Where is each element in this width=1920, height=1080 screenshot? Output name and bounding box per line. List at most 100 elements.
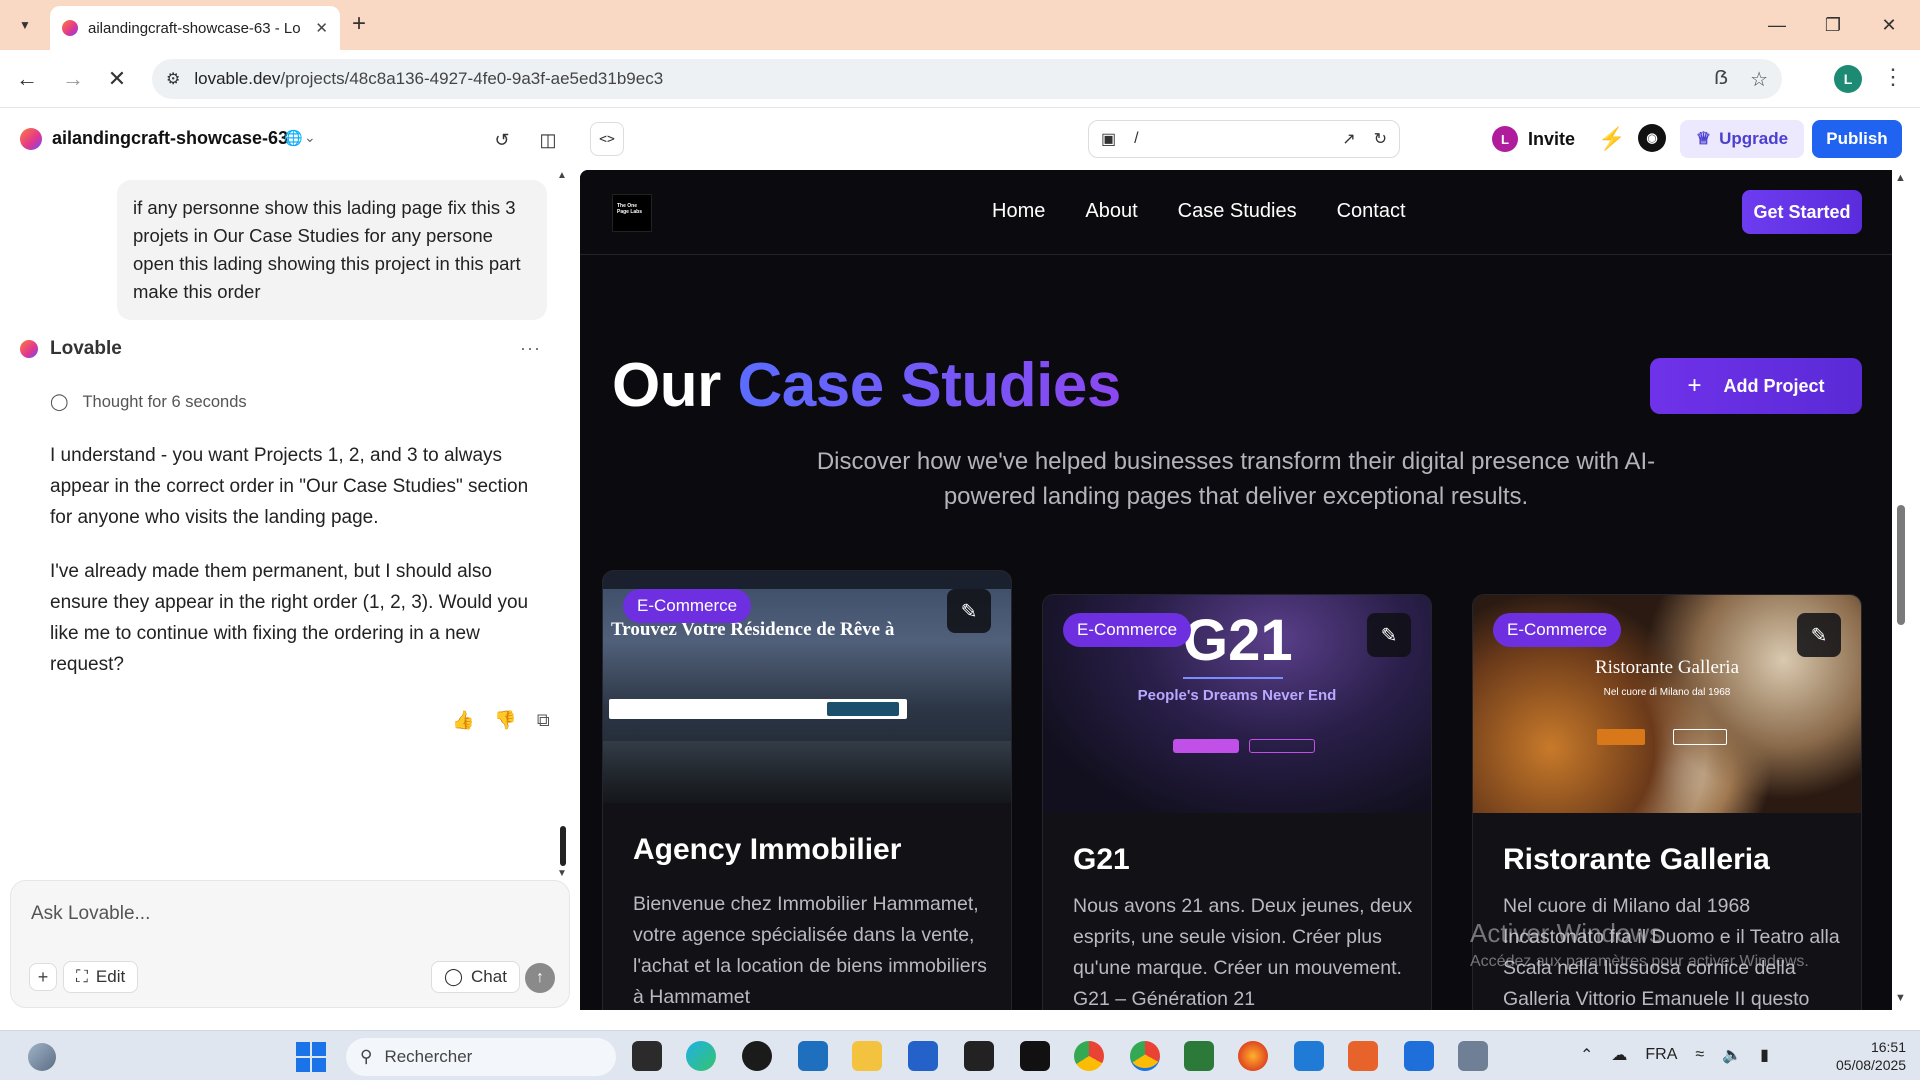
minimize-icon[interactable]: — <box>1762 10 1792 40</box>
add-project-button[interactable]: + Add Project <box>1650 358 1862 414</box>
refresh-icon[interactable]: ↻ <box>1374 129 1387 149</box>
edit-project-button[interactable]: ✎ <box>1797 613 1841 657</box>
scroll-down-icon[interactable]: ▼ <box>557 868 567 879</box>
app-icon[interactable] <box>798 1041 828 1071</box>
clock-time: 16:51 <box>1870 1039 1906 1055</box>
copy-icon[interactable]: ⧉ <box>537 710 550 731</box>
nav-link-home[interactable]: Home <box>992 200 1045 223</box>
chevron-down-icon[interactable]: ⌄ <box>304 129 316 146</box>
scrollbar-thumb[interactable] <box>560 826 566 866</box>
browser-menu-icon[interactable]: ⋮ <box>1882 64 1904 90</box>
restore-icon[interactable]: ❐ <box>1818 10 1848 40</box>
new-tab-plus-icon[interactable]: + <box>352 11 366 37</box>
app-icon[interactable] <box>1184 1041 1214 1071</box>
windows-start-icon[interactable] <box>296 1042 326 1072</box>
case-study-card[interactable]: G21 People's Dreams Never End E-Commerce… <box>1042 594 1432 1010</box>
chrome-active-icon[interactable] <box>1130 1041 1160 1071</box>
user-message: if any personne show this lading page fi… <box>117 180 547 320</box>
attach-plus-button[interactable]: + <box>29 963 57 991</box>
capcut-icon[interactable] <box>1020 1041 1050 1071</box>
wifi-icon[interactable]: ≈ <box>1695 1046 1704 1064</box>
scrollbar-thumb[interactable] <box>1897 505 1905 625</box>
preview-scrollbar[interactable]: ▲ ▼ <box>1892 170 1910 1010</box>
scroll-up-icon[interactable]: ▲ <box>1895 172 1906 184</box>
lightbulb-icon: ◯ <box>50 393 69 411</box>
publish-button[interactable]: Publish <box>1812 120 1902 158</box>
history-icon[interactable]: ↺ <box>488 126 516 154</box>
taskbar-search[interactable]: ⚲ Rechercher <box>346 1038 616 1076</box>
bookmark-star-icon[interactable]: ☆ <box>1750 67 1768 92</box>
window-close-icon[interactable]: ✕ <box>1874 10 1904 40</box>
device-view-icon[interactable]: ▣ <box>1101 129 1116 149</box>
profile-avatar[interactable]: L <box>1834 65 1862 93</box>
send-button[interactable]: ↑ <box>525 963 555 993</box>
thumbs-down-icon[interactable]: 👎 <box>494 710 516 731</box>
app-icon[interactable] <box>964 1041 994 1071</box>
stop-loading-icon[interactable]: ✕ <box>102 64 132 94</box>
edge-icon[interactable] <box>686 1041 716 1071</box>
code-view-button[interactable]: <> <box>590 122 624 156</box>
battery-icon[interactable]: ▮ <box>1760 1045 1769 1065</box>
card-title: Agency Immobilier <box>633 833 902 866</box>
store-icon[interactable] <box>908 1041 938 1071</box>
app-icon[interactable] <box>1458 1041 1488 1071</box>
media-player-icon[interactable] <box>742 1041 772 1071</box>
translate-icon[interactable]: ẞ <box>1714 67 1728 92</box>
back-arrow-icon[interactable]: ← <box>12 64 42 94</box>
tab-close-icon[interactable]: ✕ <box>315 19 328 37</box>
edit-project-button[interactable]: ✎ <box>947 589 991 633</box>
language-indicator[interactable]: FRA <box>1645 1046 1677 1064</box>
watermark-title: Activer Windows <box>1470 918 1663 948</box>
chat-input[interactable] <box>31 903 531 925</box>
app-icon[interactable] <box>1348 1041 1378 1071</box>
nav-link-contact[interactable]: Contact <box>1337 200 1406 223</box>
volume-icon[interactable]: 🔈 <box>1722 1045 1742 1065</box>
file-explorer-icon[interactable] <box>852 1041 882 1071</box>
github-icon[interactable]: ◉ <box>1638 124 1666 152</box>
upgrade-button[interactable]: ♕ Upgrade <box>1680 120 1804 158</box>
preview-url-bar[interactable]: ▣ / ↗ ↻ <box>1088 120 1400 158</box>
assistant-name: Lovable <box>50 338 122 359</box>
category-badge: E-Commerce <box>1493 613 1622 647</box>
address-bar[interactable]: ⚙ lovable.dev/projects/48c8a136-4927-4fe… <box>152 59 1782 99</box>
nav-link-about[interactable]: About <box>1085 200 1137 223</box>
scroll-down-icon[interactable]: ▼ <box>1895 992 1906 1004</box>
app-icon[interactable] <box>1404 1041 1434 1071</box>
thumbs-up-icon[interactable]: 👍 <box>452 710 474 731</box>
edit-mode-button[interactable]: ⛶ Edit <box>63 961 139 993</box>
nav-link-case-studies[interactable]: Case Studies <box>1178 200 1297 223</box>
task-view-icon[interactable] <box>632 1041 662 1071</box>
invite-button[interactable]: L Invite <box>1492 120 1575 158</box>
system-clock[interactable]: 16:51 05/08/2025 <box>1836 1038 1906 1074</box>
chat-mode-button[interactable]: ◯ Chat <box>431 961 520 993</box>
chat-scrollbar[interactable]: ▲ ▼ <box>556 170 570 890</box>
site-logo[interactable]: The One Page Labs <box>612 194 652 232</box>
assistant-header: Lovable <box>20 338 122 360</box>
thought-indicator[interactable]: ◯ Thought for 6 seconds <box>50 392 247 412</box>
vscode-icon[interactable] <box>1294 1041 1324 1071</box>
scroll-up-icon[interactable]: ▲ <box>557 170 567 181</box>
thumbnail-subheading: People's Dreams Never End <box>1137 687 1337 704</box>
site-info-icon[interactable]: ⚙ <box>166 69 180 89</box>
open-external-icon[interactable]: ↗ <box>1342 129 1355 149</box>
more-options-icon[interactable]: ··· <box>520 338 541 359</box>
lightbulb-icon: ◯ <box>444 967 464 986</box>
supabase-bolt-icon[interactable]: ⚡ <box>1598 126 1625 152</box>
get-started-button[interactable]: Get Started <box>1742 190 1862 234</box>
sidebar-toggle-icon[interactable]: ◫ <box>534 126 562 154</box>
chevron-up-icon[interactable]: ⌃ <box>1580 1045 1593 1065</box>
forward-arrow-icon[interactable]: → <box>58 64 88 94</box>
weather-widget-icon[interactable] <box>28 1043 56 1071</box>
card-description: Nous avons 21 ans. Deux jeunes, deux esp… <box>1073 895 1413 1010</box>
firefox-icon[interactable] <box>1238 1041 1268 1071</box>
edit-project-button[interactable]: ✎ <box>1367 613 1411 657</box>
category-badge: E-Commerce <box>623 589 752 623</box>
lovable-logo-icon[interactable] <box>20 128 42 150</box>
browser-tab-active[interactable]: ailandingcraft-showcase-63 - Lo ✕ <box>50 6 340 50</box>
thumbnail-heading: G21 <box>1183 608 1293 673</box>
tab-list-chevron-icon[interactable]: ▼ <box>12 12 38 38</box>
case-study-card[interactable]: Trouvez Votre Résidence de Rêve à E-Comm… <box>602 570 1012 1010</box>
network-off-icon[interactable]: ☁ <box>1611 1045 1627 1065</box>
project-name[interactable]: ailandingcraft-showcase-63 <box>52 128 288 149</box>
chrome-icon[interactable] <box>1074 1041 1104 1071</box>
